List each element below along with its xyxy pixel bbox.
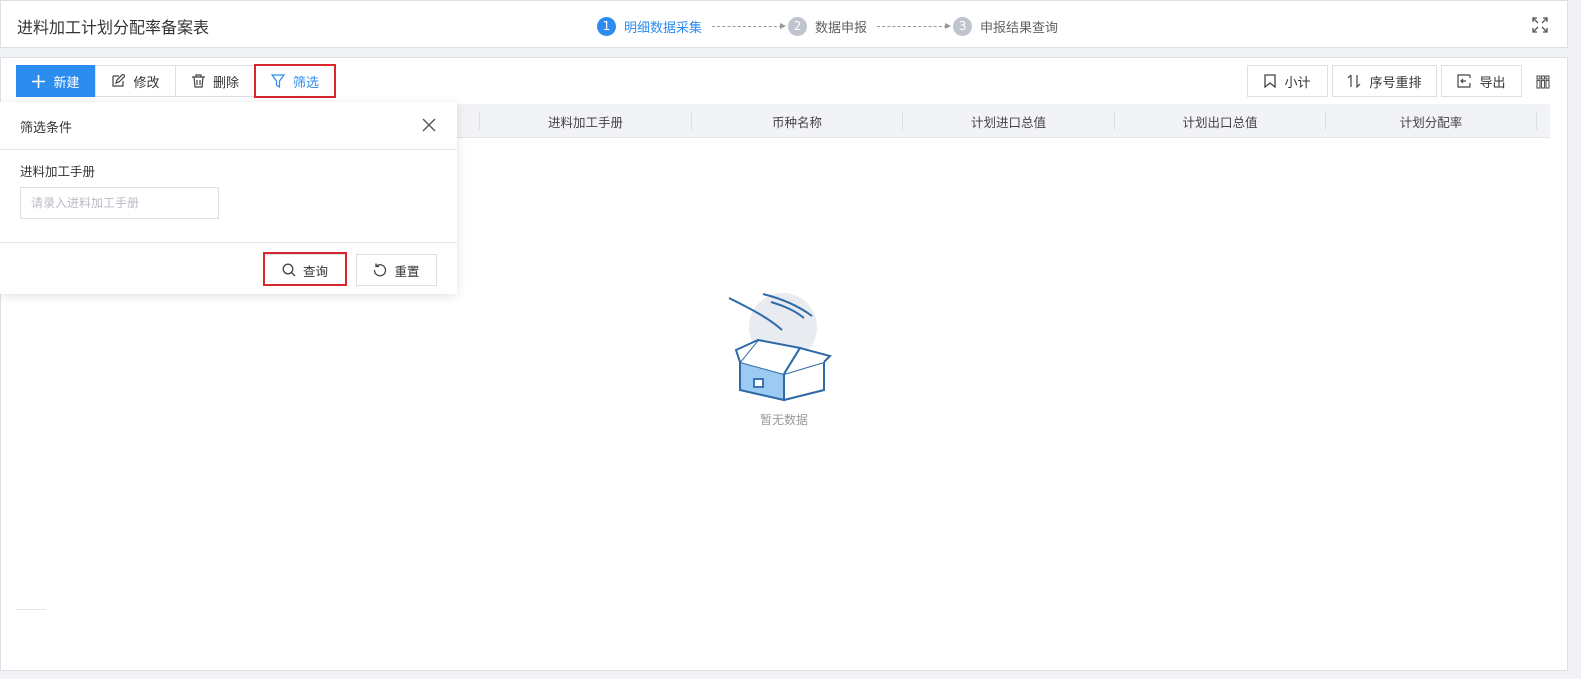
sort-icon — [1348, 74, 1361, 88]
step-connector — [712, 22, 787, 29]
fullscreen-icon[interactable] — [1531, 16, 1549, 34]
page-title: 进料加工计划分配率备案表 — [17, 18, 210, 37]
step-connector — [877, 22, 952, 29]
query-button[interactable]: 查询 — [264, 254, 346, 286]
handbook-field-label: 进料加工手册 — [20, 164, 96, 179]
empty-state-text: 暂无数据 — [760, 413, 809, 427]
bookmark-icon — [1264, 74, 1277, 88]
query-button-label: 查询 — [302, 263, 328, 279]
column-header-allocation-rate[interactable]: 计划分配率 — [1326, 104, 1536, 138]
step-1-label: 明细数据采集 — [624, 20, 703, 36]
export-button[interactable]: 导出 — [1441, 65, 1522, 97]
filter-popup: 筛选条件 进料加工手册 查询 重置 — [0, 102, 457, 294]
filter-popup-title: 筛选条件 — [20, 121, 73, 136]
plus-icon — [32, 74, 46, 88]
column-settings-icon[interactable] — [1536, 75, 1550, 89]
column-separator — [1536, 112, 1537, 130]
trash-icon — [191, 74, 205, 88]
close-icon[interactable] — [421, 117, 437, 133]
step-2[interactable]: 2 数据申报 — [788, 16, 868, 36]
export-icon — [1457, 74, 1472, 88]
new-button[interactable]: 新建 — [16, 65, 96, 97]
column-header-plan-import[interactable]: 计划进口总值 — [903, 104, 1114, 138]
export-button-label: 导出 — [1479, 75, 1506, 91]
delete-button[interactable]: 删除 — [175, 65, 256, 97]
step-2-number: 2 — [788, 16, 808, 36]
new-button-label: 新建 — [53, 75, 80, 91]
search-icon — [282, 263, 296, 277]
page-header: 进料加工计划分配率备案表 1 明细数据采集 2 数据申报 3 申报结果查询 — [0, 0, 1568, 48]
column-header-plan-export[interactable]: 计划出口总值 — [1115, 104, 1325, 138]
step-1[interactable]: 1 明细数据采集 — [597, 16, 703, 36]
steps-bar: 1 明细数据采集 2 数据申报 3 申报结果查询 — [597, 15, 1058, 37]
reorder-button-label: 序号重排 — [1369, 75, 1422, 91]
subtotal-button-label: 小计 — [1284, 75, 1311, 91]
reset-button[interactable]: 重置 — [356, 254, 437, 286]
column-header-currency[interactable]: 币种名称 — [692, 104, 902, 138]
reset-button-label: 重置 — [394, 263, 420, 279]
filter-icon — [270, 74, 285, 88]
subtotal-button[interactable]: 小计 — [1247, 65, 1328, 97]
step-3[interactable]: 3 申报结果查询 — [953, 16, 1059, 36]
filter-button-label: 筛选 — [292, 75, 319, 91]
reset-icon — [374, 263, 387, 277]
column-header-handbook[interactable]: 进料加工手册 — [480, 104, 691, 138]
filter-button[interactable]: 筛选 — [255, 65, 335, 97]
edit-button[interactable]: 修改 — [95, 65, 176, 97]
handbook-input[interactable] — [20, 187, 219, 219]
popup-divider — [0, 149, 457, 150]
footer-divider — [16, 609, 46, 610]
edit-icon — [112, 74, 126, 87]
reorder-button[interactable]: 序号重排 — [1332, 65, 1437, 97]
step-1-number: 1 — [597, 16, 616, 36]
empty-box-icon — [728, 293, 832, 402]
edit-button-label: 修改 — [133, 75, 160, 91]
step-3-number: 3 — [953, 16, 973, 36]
step-3-label: 申报结果查询 — [980, 20, 1059, 36]
delete-button-label: 删除 — [212, 75, 239, 91]
popup-divider — [0, 242, 457, 243]
step-2-label: 数据申报 — [815, 20, 868, 36]
